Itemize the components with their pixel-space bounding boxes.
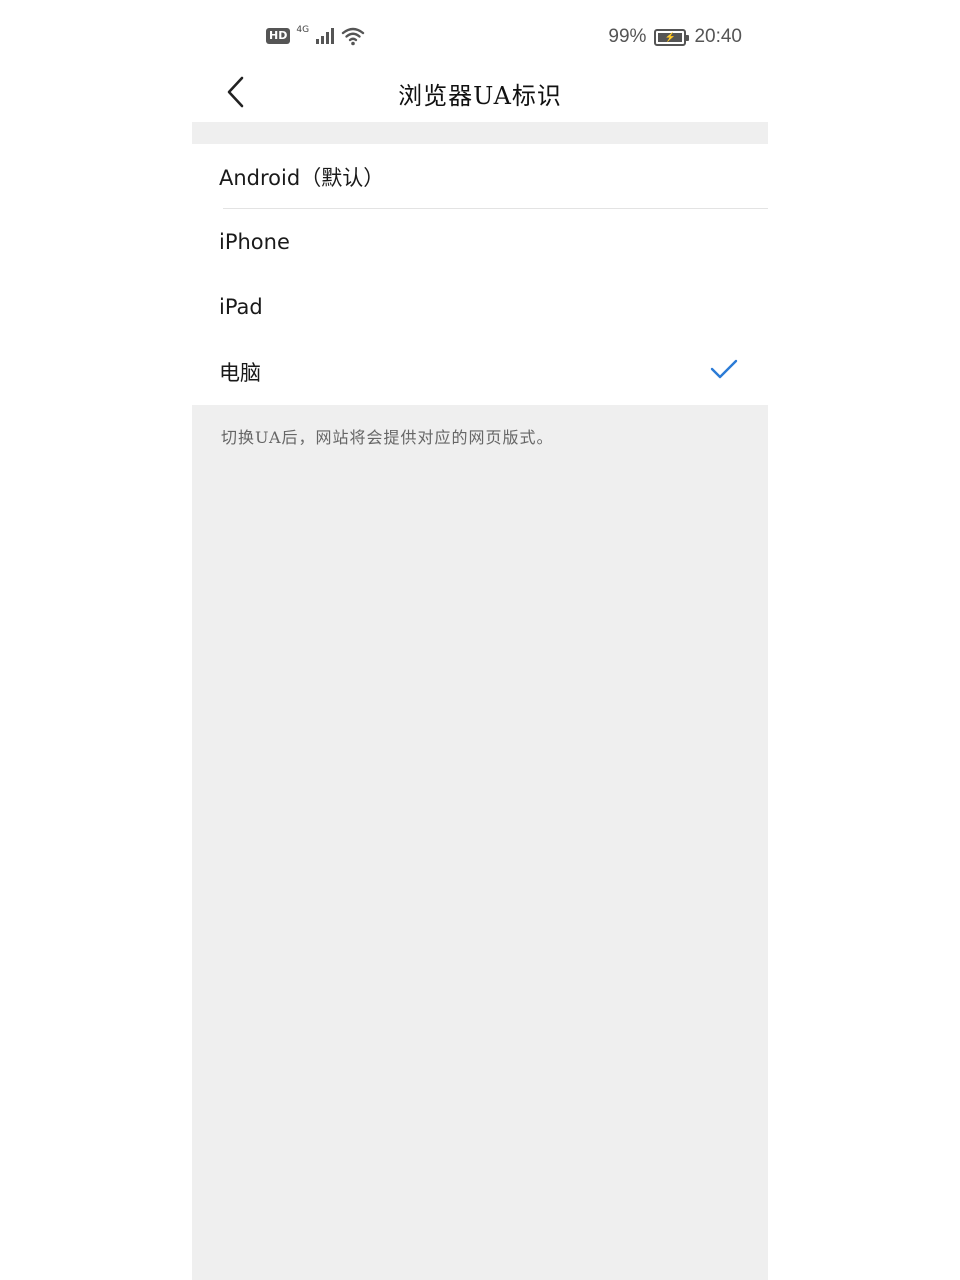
option-ipad[interactable]: iPad <box>192 274 768 339</box>
section-gap <box>192 122 768 144</box>
option-label: Android（默认） <box>219 165 385 190</box>
option-iphone[interactable]: iPhone <box>192 209 768 274</box>
settings-screen: HD 4G 99% ⚡ 20:40 浏览器UA标识 Android（默认） iP… <box>192 0 768 1280</box>
status-bar: HD 4G 99% ⚡ 20:40 <box>192 0 768 64</box>
battery-fill: ⚡ <box>658 32 683 42</box>
option-label: iPhone <box>219 229 290 254</box>
battery-percent: 99% <box>608 26 647 47</box>
option-desktop[interactable]: 电脑 <box>192 339 768 404</box>
battery-charging-icon: ⚡ <box>654 28 690 46</box>
ua-option-list: Android（默认） iPhone iPad 电脑 <box>192 144 768 405</box>
status-right: 99% ⚡ 20:40 <box>608 24 742 50</box>
option-android[interactable]: Android（默认） <box>192 144 768 209</box>
network-type: 4G <box>296 25 310 35</box>
status-left: HD 4G <box>266 24 365 48</box>
clock: 20:40 <box>694 26 742 47</box>
checkmark-icon <box>710 359 738 379</box>
hd-badge: HD <box>266 28 291 44</box>
footer-area: 切换UA后，网站将会提供对应的网页版式。 <box>192 405 768 1280</box>
option-label: iPad <box>219 294 263 319</box>
wifi-icon <box>341 27 365 46</box>
app-header: 浏览器UA标识 <box>192 64 768 122</box>
hint-text: 切换UA后，网站将会提供对应的网页版式。 <box>221 428 554 447</box>
option-label: 电脑 <box>219 360 261 385</box>
signal-bars-icon <box>316 28 335 44</box>
page-title: 浏览器UA标识 <box>398 82 562 110</box>
